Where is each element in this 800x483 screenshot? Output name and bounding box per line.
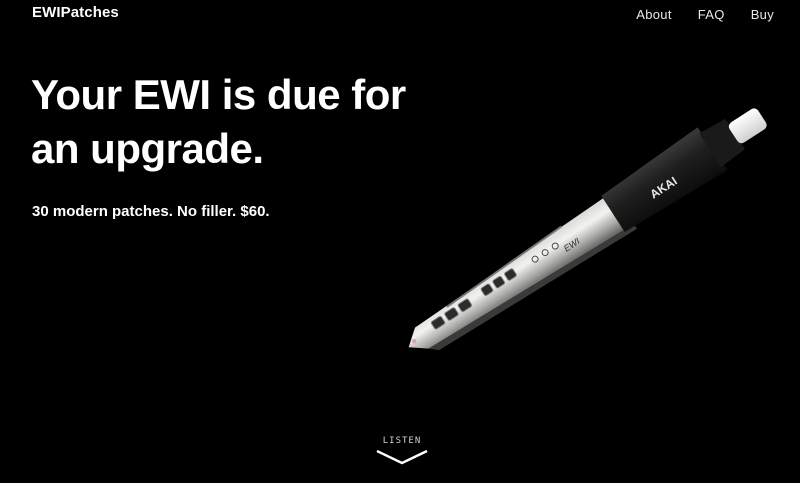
nav-about-link[interactable]: About	[636, 7, 671, 22]
hero-subline: 30 modern patches. No filler. $60.	[32, 203, 270, 220]
main-nav: About FAQ Buy	[636, 7, 774, 22]
chevron-down-icon	[376, 449, 428, 465]
nav-buy-link[interactable]: Buy	[751, 7, 774, 22]
nav-faq-link[interactable]: FAQ	[698, 7, 725, 22]
ewi-instrument-image: EWI AKAI	[408, 108, 767, 351]
listen-scroll-cue[interactable]: LISTEN	[350, 436, 454, 466]
listen-label: LISTEN	[382, 436, 422, 446]
brand-logo[interactable]: EWIPatches	[32, 4, 119, 21]
